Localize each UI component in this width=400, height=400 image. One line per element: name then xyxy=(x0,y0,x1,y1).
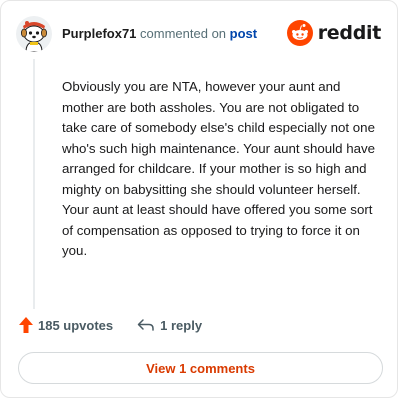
username[interactable]: Purplefox71 xyxy=(62,26,136,41)
upvote-button[interactable]: 185 upvotes xyxy=(19,317,113,333)
comment-card: Purplefox71 commented on post reddit Obv… xyxy=(0,0,398,398)
comment-header: Purplefox71 commented on post xyxy=(62,26,257,42)
reddit-logo-icon xyxy=(286,20,313,46)
avatar[interactable] xyxy=(16,16,52,52)
comment-body: Obviously you are NTA, however your aunt… xyxy=(62,79,376,258)
post-link[interactable]: post xyxy=(230,26,257,41)
upvote-count: 185 upvotes xyxy=(38,317,114,333)
upvote-arrow-icon xyxy=(19,317,33,333)
snoo-avatar-icon xyxy=(16,16,52,52)
thread-line xyxy=(33,59,35,309)
comment-actions: 185 upvotes 1 reply xyxy=(19,317,202,333)
reply-count: 1 reply xyxy=(160,317,203,333)
action-text: commented on xyxy=(140,26,227,41)
reply-arrow-icon xyxy=(137,319,154,331)
reply-button[interactable]: 1 reply xyxy=(137,318,202,333)
reddit-brand[interactable]: reddit xyxy=(286,20,382,46)
view-comments-button[interactable]: View 1 comments xyxy=(18,352,383,384)
reddit-wordmark: reddit xyxy=(317,22,382,44)
